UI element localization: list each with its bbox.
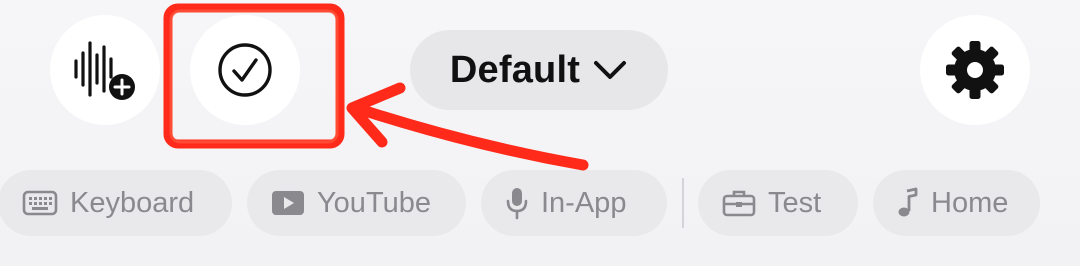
keyboard-icon <box>22 190 58 216</box>
checkmark-button[interactable] <box>190 15 300 125</box>
chip-youtube[interactable]: YouTube <box>247 170 466 236</box>
chip-label: Test <box>768 186 822 219</box>
chip-in-app[interactable]: In-App <box>481 170 667 236</box>
chip-label: In-App <box>541 186 627 219</box>
profile-label: Default <box>449 48 581 91</box>
keyboard-toolbar: Default Keyboard YouTube In-App Test Hom… <box>0 0 1080 266</box>
chip-label: Home <box>931 186 1009 219</box>
briefcase-icon <box>722 190 756 217</box>
checkmark-circle-icon <box>218 43 272 97</box>
play-icon <box>272 191 304 215</box>
chip-home[interactable]: Home <box>873 170 1040 236</box>
chip-label: Keyboard <box>70 186 195 219</box>
chip-divider <box>682 178 684 228</box>
add-voice-button[interactable] <box>50 15 160 125</box>
chevron-down-icon <box>594 61 627 79</box>
chip-test[interactable]: Test <box>698 170 858 236</box>
audio-waveform-add-icon <box>74 41 135 100</box>
settings-button[interactable] <box>920 15 1030 125</box>
profile-selector-button[interactable]: Default <box>410 30 668 110</box>
gear-icon <box>946 41 1004 99</box>
music-note-icon <box>898 187 918 217</box>
microphone-icon <box>506 188 528 220</box>
chip-label: YouTube <box>317 186 431 219</box>
chip-keyboard[interactable]: Keyboard <box>0 170 232 236</box>
